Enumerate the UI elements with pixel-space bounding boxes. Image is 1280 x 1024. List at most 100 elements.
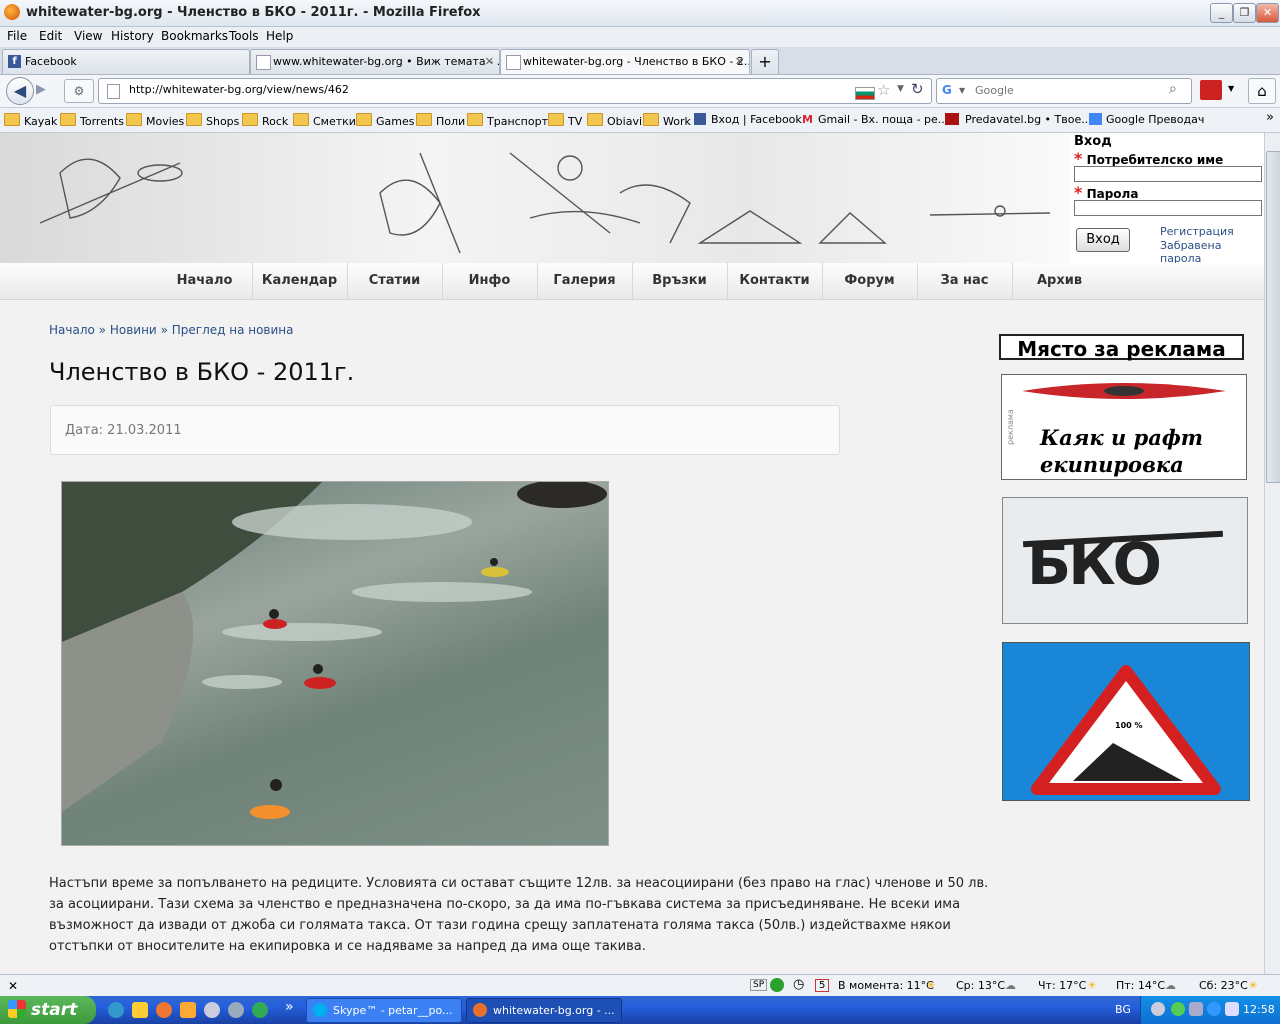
nav-info[interactable]: Инфо <box>442 263 538 299</box>
start-button[interactable]: start <box>0 996 96 1024</box>
nav-articles[interactable]: Статии <box>347 263 443 299</box>
dropdown-icon[interactable]: ▼ <box>1228 84 1234 93</box>
bookmark-games[interactable]: Games <box>356 113 414 128</box>
reload-icon[interactable]: ↻ <box>911 80 924 98</box>
bookmark-kayak[interactable]: Kayak <box>4 113 57 128</box>
url-input[interactable] <box>127 82 821 97</box>
bookmark-work[interactable]: Work <box>643 113 691 128</box>
nav-archive[interactable]: Архив <box>1012 263 1107 299</box>
quicklaunch-utorrent-icon[interactable] <box>252 1002 268 1018</box>
menu-tools[interactable]: Tools <box>229 29 259 43</box>
back-arrow-icon[interactable]: ◀ <box>6 77 34 105</box>
article-meta: Дата: 21.03.2011 <box>50 405 840 455</box>
bookmark-star-icon[interactable]: ☆ <box>877 81 890 99</box>
sp-icon[interactable]: SP <box>750 979 768 991</box>
bookmark-predavatel[interactable]: Predavatel.bg • Твое... <box>945 113 1092 126</box>
page-scrollbar[interactable] <box>1264 133 1280 974</box>
article-body: Настъпи време за попълването на редиците… <box>49 876 989 954</box>
bookmark-movies[interactable]: Movies <box>126 113 184 128</box>
username-input[interactable] <box>1074 166 1262 182</box>
quicklaunch-audio-icon[interactable] <box>228 1002 244 1018</box>
nav-links[interactable]: Връзки <box>632 263 728 299</box>
quicklaunch-folder-icon[interactable] <box>180 1002 196 1018</box>
tray-mail-icon[interactable] <box>1225 1002 1239 1016</box>
tray-app-icon[interactable] <box>1171 1002 1185 1016</box>
tab-forum[interactable]: www.whitewater-bg.org • Виж темата - ...… <box>250 49 500 74</box>
search-input[interactable] <box>973 83 1167 98</box>
minimize-button[interactable]: _ <box>1210 3 1233 23</box>
bookmark-poli[interactable]: Поли <box>416 113 465 128</box>
new-tab-button[interactable]: + <box>751 49 779 74</box>
bookmark-torrents[interactable]: Torrents <box>60 113 124 128</box>
menu-view[interactable]: View <box>74 29 102 43</box>
bookmarks-overflow-icon[interactable]: » <box>1266 110 1274 125</box>
search-icon[interactable]: ⌕ <box>1169 81 1177 97</box>
nav-calendar[interactable]: Календар <box>252 263 348 299</box>
tab-news[interactable]: whitewater-bg.org - Членство в БКО - 2..… <box>500 49 750 74</box>
quicklaunch-ie-icon[interactable] <box>108 1002 124 1018</box>
bookmark-shops[interactable]: Shops <box>186 113 239 128</box>
rain-cloud-icon: ☁ <box>1165 979 1176 992</box>
bookmark-google-translate[interactable]: Google Преводач <box>1089 113 1204 126</box>
quicklaunch-media-icon[interactable] <box>204 1002 220 1018</box>
menu-file[interactable]: File <box>7 29 27 43</box>
tray-network-icon[interactable] <box>1189 1002 1203 1016</box>
article-date: Дата: 21.03.2011 <box>65 423 182 438</box>
tab-close-icon[interactable]: ✕ <box>485 50 494 74</box>
maximize-button[interactable]: ❐ <box>1233 3 1256 23</box>
status-green-icon[interactable] <box>770 978 784 992</box>
page-title: Членство в БКО - 2011г. <box>49 358 355 386</box>
ad-kayak-equipment[interactable]: реклама Каяк и рафт екипировка <box>1001 374 1247 480</box>
taskbar-firefox[interactable]: whitewater-bg.org - ... <box>466 998 622 1023</box>
scrollbar-thumb[interactable] <box>1266 151 1280 483</box>
addon-icon[interactable] <box>1200 80 1222 100</box>
clock-icon[interactable]: ◷ <box>793 977 804 992</box>
home-icon[interactable]: ⌂ <box>1248 78 1276 104</box>
menu-help[interactable]: Help <box>266 29 293 43</box>
bookmark-obiavi[interactable]: Obiavi <box>587 113 642 128</box>
bookmark-smetki[interactable]: Сметки <box>293 113 356 128</box>
breadcrumb-current[interactable]: Преглед на новина <box>172 323 294 337</box>
search-bar[interactable]: G ▼ ⌕ <box>936 78 1192 104</box>
forgot-password-link[interactable]: Забравена парола <box>1160 239 1264 265</box>
tab-facebook[interactable]: f Facebook <box>2 49 250 74</box>
bookmark-facebook-login[interactable]: Вход | Facebook <box>694 113 802 126</box>
ad-warning-sign[interactable]: 100 % <box>1002 642 1250 801</box>
quicklaunch-firefox-icon[interactable] <box>156 1002 172 1018</box>
password-input[interactable] <box>1074 200 1262 216</box>
register-link[interactable]: Регистрация <box>1160 225 1234 238</box>
facebook-icon: f <box>8 55 21 68</box>
breadcrumb-news[interactable]: Новини <box>110 323 157 337</box>
dropdown-icon[interactable]: ▼ <box>959 86 965 95</box>
breadcrumb-home[interactable]: Начало <box>49 323 95 337</box>
menu-edit[interactable]: Edit <box>39 29 62 43</box>
findbar-close-icon[interactable]: ✕ <box>8 979 18 993</box>
nav-home[interactable]: Начало <box>157 263 253 299</box>
dropdown-icon[interactable]: ▼ <box>897 84 904 94</box>
menu-history[interactable]: History <box>111 29 154 43</box>
nav-gallery[interactable]: Галерия <box>537 263 633 299</box>
menu-bookmarks[interactable]: Bookmarks <box>161 29 228 43</box>
bookmark-tv[interactable]: TV <box>548 113 582 128</box>
nav-contacts[interactable]: Контакти <box>727 263 823 299</box>
tray-skype-icon[interactable] <box>1207 1002 1221 1016</box>
ad-bko-logo[interactable]: БКО <box>1002 497 1248 624</box>
taskbar-skype[interactable]: Skype™ - petar__po... <box>306 998 462 1023</box>
bookmark-transport[interactable]: Транспорт <box>467 113 548 128</box>
tab-close-icon[interactable]: ✕ <box>735 50 744 74</box>
forward-arrow-icon[interactable]: ▶ <box>36 82 46 97</box>
calendar-icon[interactable]: 5 <box>815 979 830 992</box>
bookmark-rock[interactable]: Rock <box>242 113 288 128</box>
quicklaunch-overflow-icon[interactable]: » <box>285 999 294 1015</box>
close-button[interactable]: ✕ <box>1256 3 1279 23</box>
tray-chevron-icon[interactable] <box>1151 1002 1165 1016</box>
login-button[interactable]: Вход <box>1076 228 1130 252</box>
nav-forum[interactable]: Форум <box>822 263 918 299</box>
nav-about[interactable]: За нас <box>917 263 1013 299</box>
tray-clock[interactable]: 12:58 <box>1243 1003 1275 1016</box>
language-indicator[interactable]: BG <box>1115 1003 1131 1016</box>
addon-icon[interactable]: ⚙ <box>64 79 94 103</box>
url-bar[interactable]: ☆ ▼ ↻ <box>98 78 932 104</box>
quicklaunch-app-icon[interactable] <box>132 1002 148 1018</box>
bookmark-gmail[interactable]: M Gmail - Вх. поща - ре... <box>802 113 948 126</box>
